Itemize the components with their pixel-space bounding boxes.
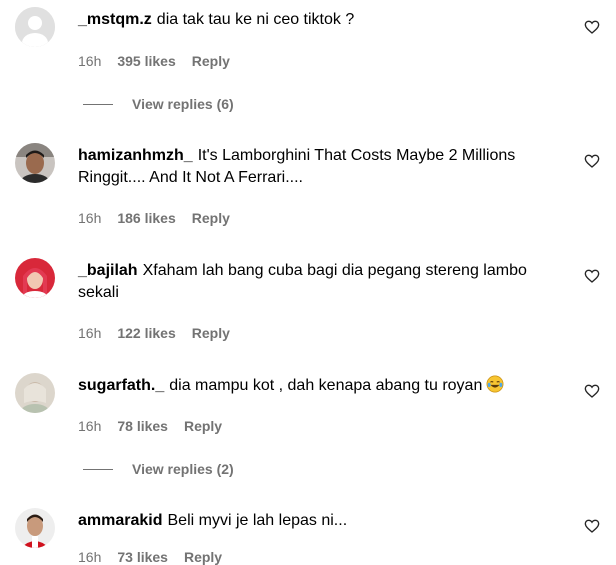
avatar[interactable] bbox=[15, 143, 55, 183]
comment-username[interactable]: _bajilah bbox=[78, 262, 138, 279]
comment-body: dia mampu kot , dah kenapa abang tu roya… bbox=[169, 377, 483, 394]
comment-body: Beli myvi je lah lepas ni... bbox=[167, 512, 348, 529]
reply-button[interactable]: Reply bbox=[192, 53, 230, 69]
heart-icon[interactable] bbox=[584, 268, 600, 284]
comment-meta: 16h 186 likes Reply bbox=[78, 210, 230, 226]
comment-body: dia tak tau ke ni ceo tiktok ? bbox=[156, 11, 355, 28]
heart-icon[interactable] bbox=[584, 518, 600, 534]
comment-meta: 16h 78 likes Reply bbox=[78, 418, 222, 434]
reply-button[interactable]: Reply bbox=[192, 325, 230, 341]
avatar[interactable] bbox=[15, 508, 55, 548]
comment-text: _mstqm.z dia tak tau ke ni ceo tiktok ? bbox=[78, 9, 568, 31]
comment-likes[interactable]: 395 likes bbox=[117, 53, 175, 69]
comment-time: 16h bbox=[78, 549, 102, 565]
user-photo-icon bbox=[15, 258, 55, 298]
divider-line bbox=[83, 468, 113, 470]
heart-icon[interactable] bbox=[584, 383, 600, 399]
comment-body: Xfaham lah bang cuba bagi dia pegang ste… bbox=[78, 262, 527, 301]
comment-username[interactable]: hamizanhmzh_ bbox=[78, 147, 193, 164]
divider-line bbox=[83, 103, 113, 105]
avatar[interactable] bbox=[15, 373, 55, 413]
comment-username[interactable]: ammarakid bbox=[78, 512, 163, 529]
laughing-tears-emoji-icon bbox=[486, 375, 504, 393]
view-replies-button[interactable]: View replies (6) bbox=[83, 96, 234, 112]
comment-text: _bajilah Xfaham lah bang cuba bagi dia pe… bbox=[78, 260, 568, 304]
view-replies-label: View replies (6) bbox=[132, 96, 234, 112]
view-replies-button[interactable]: View replies (2) bbox=[83, 461, 234, 477]
comment-username[interactable]: sugarfath._ bbox=[78, 377, 164, 394]
comment-time: 16h bbox=[78, 53, 102, 69]
user-photo-icon bbox=[15, 508, 55, 548]
comment-meta: 16h 73 likes Reply bbox=[78, 549, 222, 565]
user-photo-icon bbox=[15, 373, 55, 413]
comment-text: sugarfath._ dia mampu kot , dah kenapa ab… bbox=[78, 375, 568, 397]
avatar[interactable] bbox=[15, 258, 55, 298]
comment-text: ammarakid Beli myvi je lah lepas ni... bbox=[78, 510, 568, 532]
user-photo-icon bbox=[15, 143, 55, 183]
comment-username[interactable]: _mstqm.z bbox=[78, 11, 152, 28]
heart-icon[interactable] bbox=[584, 153, 600, 169]
comment-time: 16h bbox=[78, 325, 102, 341]
comment-meta: 16h 395 likes Reply bbox=[78, 53, 230, 69]
comment-text: hamizanhmzh_ It's Lamborghini That Costs … bbox=[78, 145, 568, 189]
reply-button[interactable]: Reply bbox=[184, 549, 222, 565]
heart-icon[interactable] bbox=[584, 19, 600, 35]
comment-likes[interactable]: 186 likes bbox=[117, 210, 175, 226]
comment-time: 16h bbox=[78, 418, 102, 434]
default-avatar-icon bbox=[15, 7, 55, 47]
comment-meta: 16h 122 likes Reply bbox=[78, 325, 230, 341]
reply-button[interactable]: Reply bbox=[192, 210, 230, 226]
avatar[interactable] bbox=[15, 7, 55, 47]
view-replies-label: View replies (2) bbox=[132, 461, 234, 477]
comment-likes[interactable]: 122 likes bbox=[117, 325, 175, 341]
reply-button[interactable]: Reply bbox=[184, 418, 222, 434]
comment-time: 16h bbox=[78, 210, 102, 226]
comment-likes[interactable]: 78 likes bbox=[117, 418, 168, 434]
comment-likes[interactable]: 73 likes bbox=[117, 549, 168, 565]
